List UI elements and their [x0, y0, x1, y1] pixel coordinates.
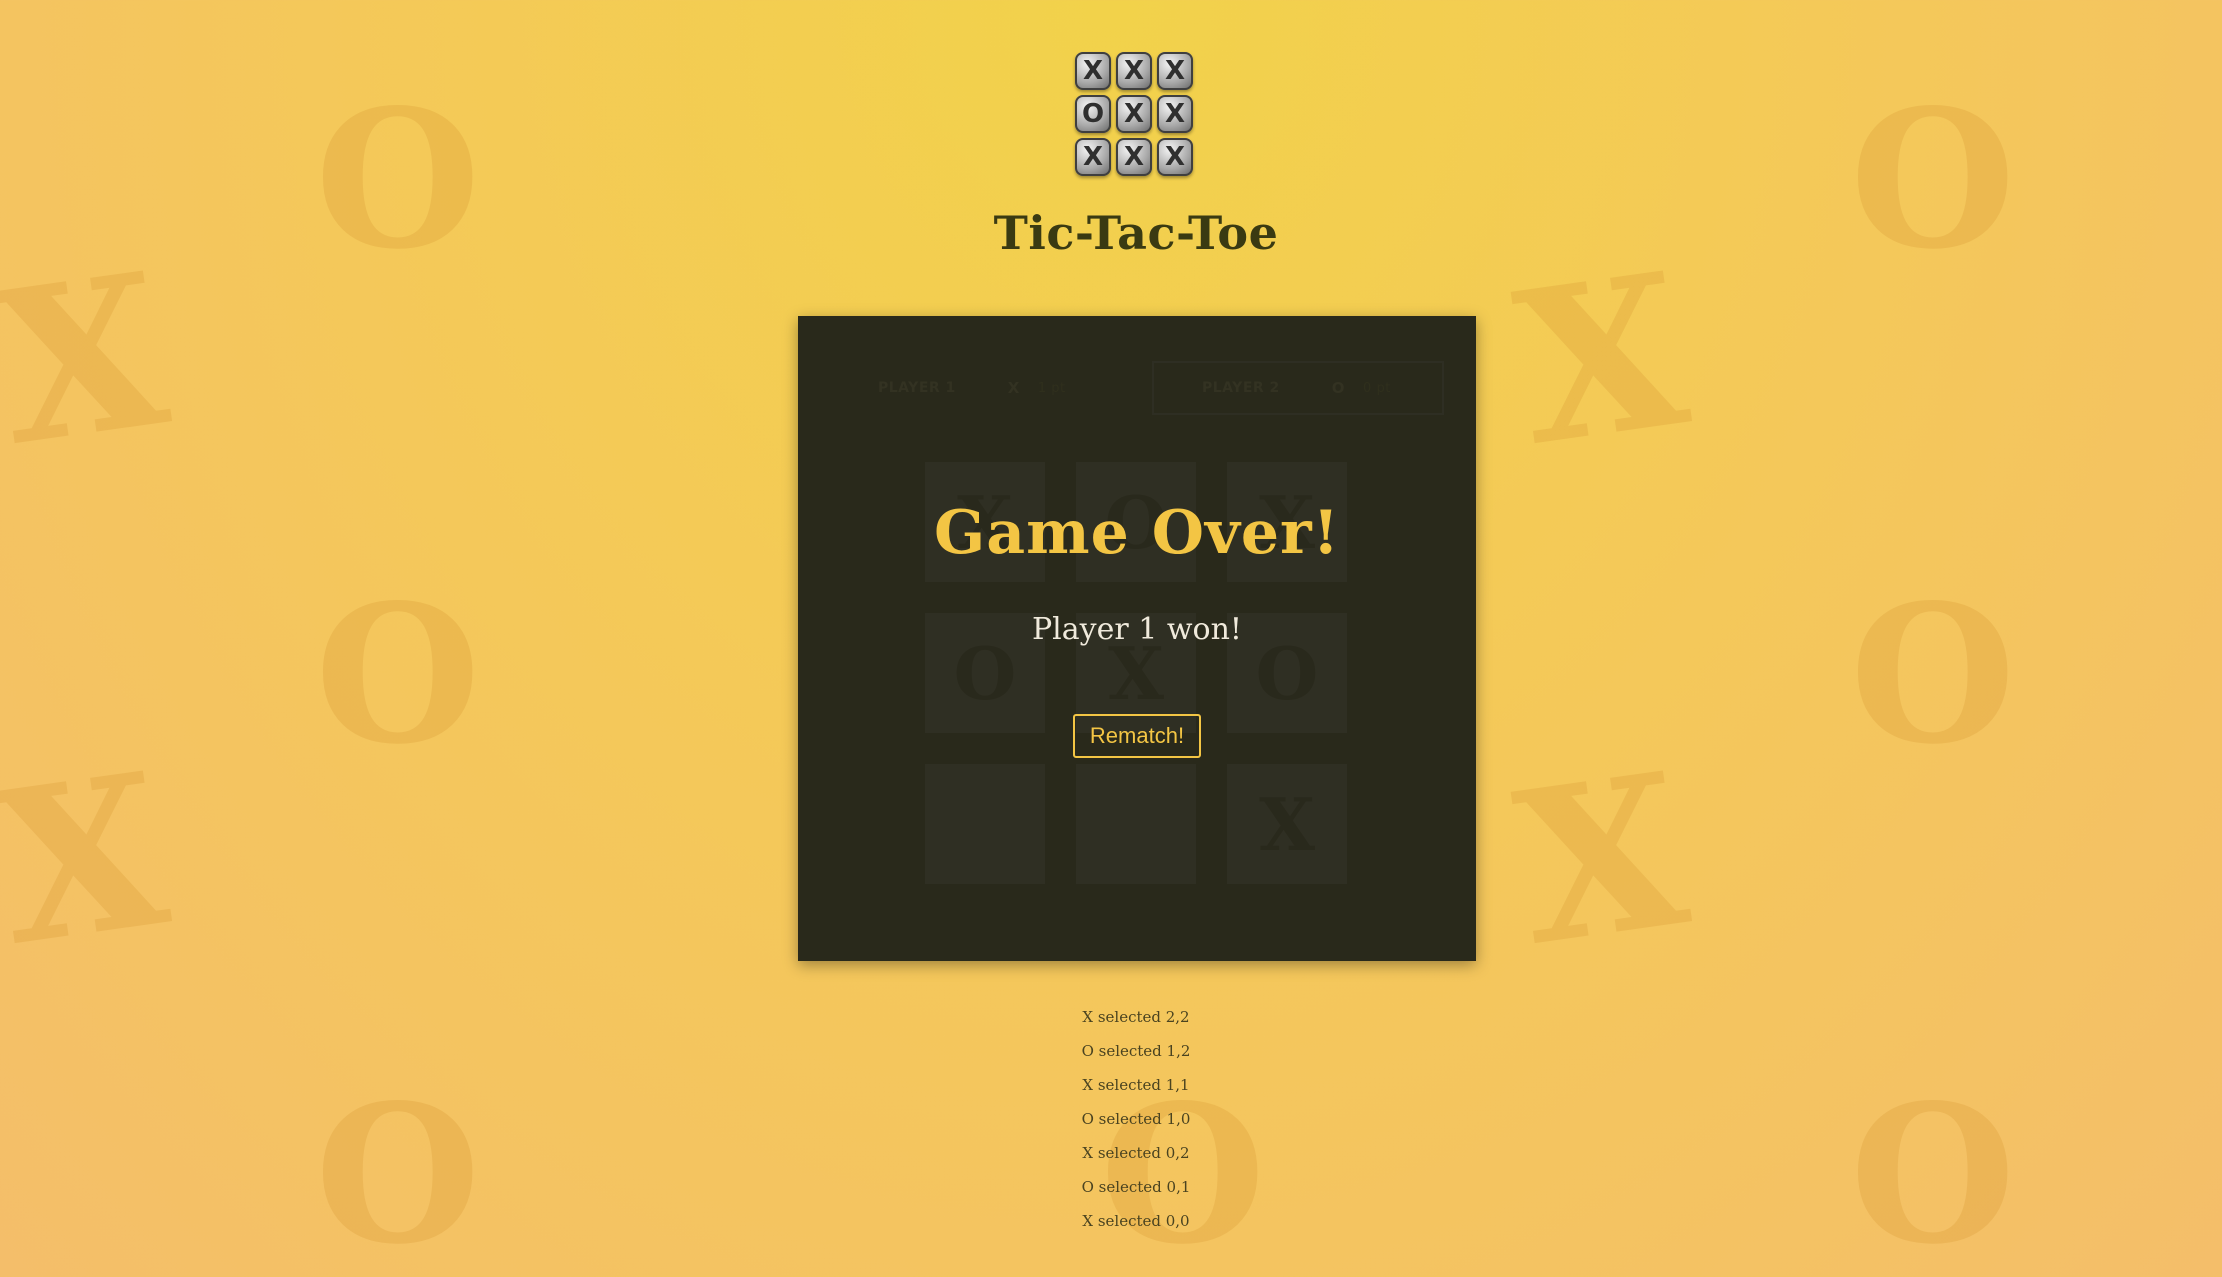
logo-tile-x-icon: X: [1116, 138, 1152, 176]
app-logo: X X X O X X X X X: [1075, 52, 1199, 180]
background-o-icon: O: [315, 563, 481, 786]
logo-tile-x-icon: X: [1157, 95, 1193, 133]
game-panel: PLAYER 1 X 1 pt PLAYER 2 O 0 pt X O X O …: [798, 316, 1476, 961]
logo-tile-x-icon: X: [1157, 52, 1193, 90]
background-x-icon: X: [0, 225, 180, 494]
rematch-button[interactable]: Rematch!: [1073, 714, 1201, 758]
game-over-message: Player 1 won!: [1032, 612, 1242, 647]
background-x-icon: X: [1503, 725, 1700, 994]
move-log-entry: X selected 0,2: [1082, 1144, 1190, 1162]
move-log-entry: O selected 0,1: [1081, 1178, 1191, 1196]
game-over-title: Game Over!: [934, 498, 1340, 568]
background-x-icon: X: [0, 725, 180, 994]
move-log-entry: O selected 1,2: [1081, 1042, 1191, 1060]
move-log-entry: X selected 0,0: [1082, 1212, 1190, 1230]
background-o-icon: O: [1850, 563, 2016, 786]
page-title: Tic-Tac-Toe: [993, 206, 1279, 260]
move-log-entry: X selected 2,2: [1082, 1008, 1190, 1026]
background-x-icon: X: [1503, 225, 1700, 494]
move-log: X selected 2,2 O selected 1,2 X selected…: [0, 1004, 2222, 1242]
logo-tile-x-icon: X: [1116, 95, 1152, 133]
logo-tile-x-icon: X: [1116, 52, 1152, 90]
logo-tile-o-icon: O: [1075, 95, 1111, 133]
logo-tile-x-icon: X: [1075, 138, 1111, 176]
move-log-entry: X selected 1,1: [1082, 1076, 1190, 1094]
logo-tile-x-icon: X: [1075, 52, 1111, 90]
move-log-entry: O selected 1,0: [1081, 1110, 1191, 1128]
game-over-overlay: Game Over! Player 1 won! Rematch!: [798, 316, 1476, 961]
logo-tile-x-icon: X: [1157, 138, 1193, 176]
